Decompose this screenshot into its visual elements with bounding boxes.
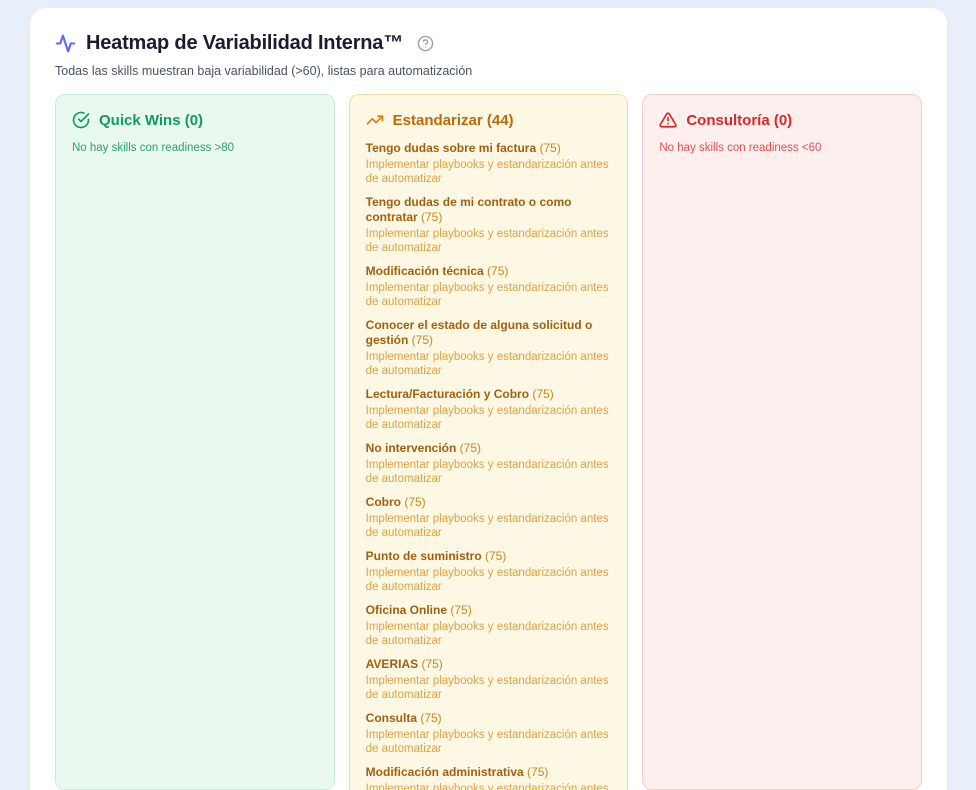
page-subtitle: Todas las skills muestran baja variabili… xyxy=(55,64,922,78)
check-circle-icon xyxy=(72,111,90,129)
skill-note: Implementar playbooks y estandarización … xyxy=(366,566,612,594)
page-title: Heatmap de Variabilidad Interna™ xyxy=(86,32,403,55)
skill-item: Lectura/Facturación y Cobro (75) Impleme… xyxy=(366,387,612,432)
heatmap-grid: Quick Wins (0) No hay skills con readine… xyxy=(55,94,922,790)
alert-triangle-icon xyxy=(659,111,677,129)
column-consultoria: Consultoría (0) No hay skills con readin… xyxy=(642,94,922,790)
skill-item: Oficina Online (75) Implementar playbook… xyxy=(366,603,612,648)
skill-item: Punto de suministro (75) Implementar pla… xyxy=(366,549,612,594)
skill-item: No intervención (75) Implementar playboo… xyxy=(366,441,612,486)
skill-name: Tengo dudas sobre mi factura xyxy=(366,141,536,155)
skill-note: Implementar playbooks y estandarización … xyxy=(366,620,612,648)
skill-item: AVERIAS (75) Implementar playbooks y est… xyxy=(366,657,612,702)
skill-name: Oficina Online xyxy=(366,603,447,617)
skill-item: Tengo dudas de mi contrato o como contra… xyxy=(366,195,612,255)
column-quick-wins-title: Quick Wins (0) xyxy=(99,112,203,129)
skill-note: Implementar playbooks y estandarización … xyxy=(366,782,612,790)
skill-note: Implementar playbooks y estandarización … xyxy=(366,404,612,432)
column-consultoria-title: Consultoría (0) xyxy=(686,112,792,129)
skill-name: AVERIAS xyxy=(366,657,418,671)
skill-score: (75) xyxy=(536,141,561,155)
skill-item: Modificación administrativa (75) Impleme… xyxy=(366,765,612,790)
skill-note: Implementar playbooks y estandarización … xyxy=(366,281,612,309)
trending-up-icon xyxy=(366,111,384,129)
skill-name: Tengo dudas de mi contrato o como contra… xyxy=(366,195,572,224)
column-quick-wins-empty-message: No hay skills con readiness >80 xyxy=(72,142,318,154)
skill-score: (75) xyxy=(524,765,549,779)
skill-score: (75) xyxy=(401,495,426,509)
column-consultoria-empty-message: No hay skills con readiness <60 xyxy=(659,142,905,154)
skill-note: Implementar playbooks y estandarización … xyxy=(366,458,612,486)
card-header: Heatmap de Variabilidad Interna™ xyxy=(55,32,922,55)
skill-score: (75) xyxy=(456,441,481,455)
skill-note: Implementar playbooks y estandarización … xyxy=(366,512,612,540)
skill-score: (75) xyxy=(408,333,433,347)
skill-list: Tengo dudas sobre mi factura (75) Implem… xyxy=(366,141,612,790)
skill-score: (75) xyxy=(417,711,442,725)
skill-item: Consulta (75) Implementar playbooks y es… xyxy=(366,711,612,756)
skill-item: Cobro (75) Implementar playbooks y estan… xyxy=(366,495,612,540)
heatmap-card: Heatmap de Variabilidad Interna™ Todas l… xyxy=(30,8,947,790)
skill-item: Tengo dudas sobre mi factura (75) Implem… xyxy=(366,141,612,186)
skill-name: Punto de suministro xyxy=(366,549,482,563)
skill-note: Implementar playbooks y estandarización … xyxy=(366,158,612,186)
skill-score: (75) xyxy=(418,657,443,671)
column-quick-wins: Quick Wins (0) No hay skills con readine… xyxy=(55,94,335,790)
skill-note: Implementar playbooks y estandarización … xyxy=(366,728,612,756)
skill-name: Conocer el estado de alguna solicitud o … xyxy=(366,318,593,347)
skill-score: (75) xyxy=(529,387,554,401)
column-consultoria-header: Consultoría (0) xyxy=(659,111,905,129)
skill-score: (75) xyxy=(418,210,443,224)
skill-note: Implementar playbooks y estandarización … xyxy=(366,350,612,378)
skill-name: Modificación técnica xyxy=(366,264,484,278)
skill-item: Modificación técnica (75) Implementar pl… xyxy=(366,264,612,309)
skill-score: (75) xyxy=(484,264,509,278)
skill-name: Lectura/Facturación y Cobro xyxy=(366,387,529,401)
skill-note: Implementar playbooks y estandarización … xyxy=(366,674,612,702)
skill-score: (75) xyxy=(482,549,507,563)
skill-name: Cobro xyxy=(366,495,401,509)
column-quick-wins-header: Quick Wins (0) xyxy=(72,111,318,129)
help-circle-icon[interactable] xyxy=(417,35,434,52)
skill-name: Consulta xyxy=(366,711,417,725)
skill-item: Conocer el estado de alguna solicitud o … xyxy=(366,318,612,378)
skill-score: (75) xyxy=(447,603,472,617)
skill-note: Implementar playbooks y estandarización … xyxy=(366,227,612,255)
skill-name: Modificación administrativa xyxy=(366,765,524,779)
column-estandarizar-header: Estandarizar (44) xyxy=(366,111,612,129)
skill-name: No intervención xyxy=(366,441,457,455)
column-estandarizar-title: Estandarizar (44) xyxy=(393,112,514,129)
activity-icon xyxy=(55,33,76,54)
column-estandarizar: Estandarizar (44) Tengo dudas sobre mi f… xyxy=(349,94,629,790)
